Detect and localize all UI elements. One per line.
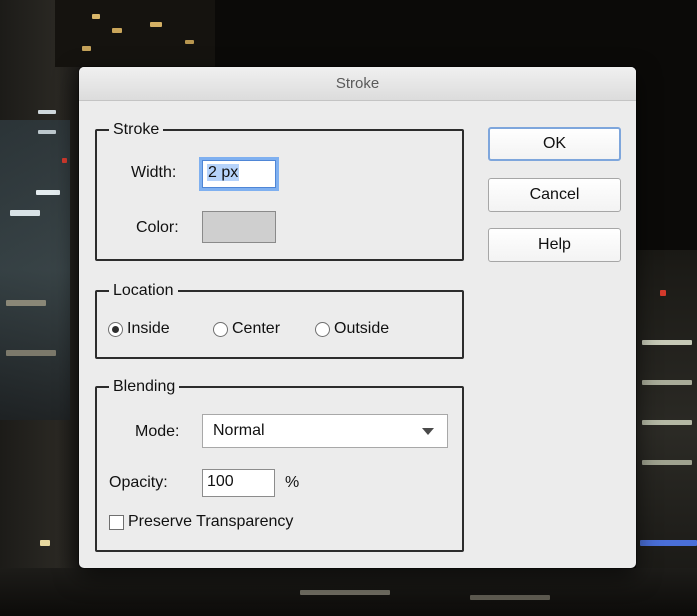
stroke-dialog: Stroke Stroke Width: 2 px Color: Locatio… [79, 67, 636, 568]
lit-window [470, 595, 550, 600]
chevron-down-icon [422, 428, 434, 435]
lit-window [62, 158, 67, 163]
help-button[interactable]: Help [488, 228, 621, 262]
radio-outside[interactable]: Outside [315, 320, 389, 338]
radio-center[interactable]: Center [213, 320, 280, 338]
lit-window [38, 130, 56, 134]
ok-button[interactable]: OK [488, 127, 621, 161]
building-right [636, 250, 697, 616]
opacity-unit: % [285, 474, 300, 491]
radio-center-indicator [213, 321, 228, 337]
preserve-transparency-box [109, 514, 124, 530]
width-label: Width: [131, 164, 177, 181]
lit-window [112, 28, 122, 33]
opacity-field[interactable]: 100 [202, 469, 275, 497]
mode-select-value: Normal [213, 422, 265, 439]
lit-window [150, 22, 162, 27]
location-group-legend: Location [113, 282, 174, 299]
radio-outside-indicator [315, 321, 330, 337]
width-field[interactable]: 2 px [199, 157, 279, 191]
lit-window [660, 290, 666, 296]
preserve-transparency-checkbox[interactable]: Preserve Transparency [109, 513, 293, 531]
width-value: 2 px [207, 164, 240, 181]
radio-center-label: Center [232, 320, 281, 337]
lit-window [82, 46, 91, 51]
lit-window [642, 460, 692, 465]
color-swatch[interactable] [202, 211, 276, 243]
building-left-glass [0, 120, 70, 420]
radio-inside-indicator [108, 321, 123, 337]
lit-window [40, 540, 50, 546]
cancel-button[interactable]: Cancel [488, 178, 621, 212]
lit-window [640, 540, 697, 546]
lit-window [300, 590, 390, 595]
stroke-group-legend: Stroke [113, 121, 160, 138]
radio-inside-label: Inside [127, 320, 170, 337]
lit-window [92, 14, 100, 19]
color-label: Color: [136, 219, 179, 236]
radio-outside-label: Outside [334, 320, 390, 337]
opacity-value: 100 [207, 473, 234, 490]
building-top-center [55, 0, 215, 67]
lit-window [642, 420, 692, 425]
mode-select[interactable]: Normal [202, 414, 448, 448]
mode-label: Mode: [135, 423, 180, 440]
lit-window [6, 350, 56, 356]
opacity-label: Opacity: [109, 474, 168, 491]
lit-window [642, 380, 692, 385]
dialog-title: Stroke [79, 67, 636, 101]
stroke-group: Stroke [95, 121, 464, 261]
lit-window [642, 340, 692, 345]
lit-window [185, 40, 194, 44]
blending-group-legend: Blending [113, 378, 176, 395]
lit-window [36, 190, 60, 195]
radio-inside[interactable]: Inside [108, 320, 170, 338]
preserve-transparency-label: Preserve Transparency [128, 513, 294, 530]
lit-window [38, 110, 56, 114]
lit-window [6, 300, 46, 306]
lit-window [10, 210, 40, 216]
